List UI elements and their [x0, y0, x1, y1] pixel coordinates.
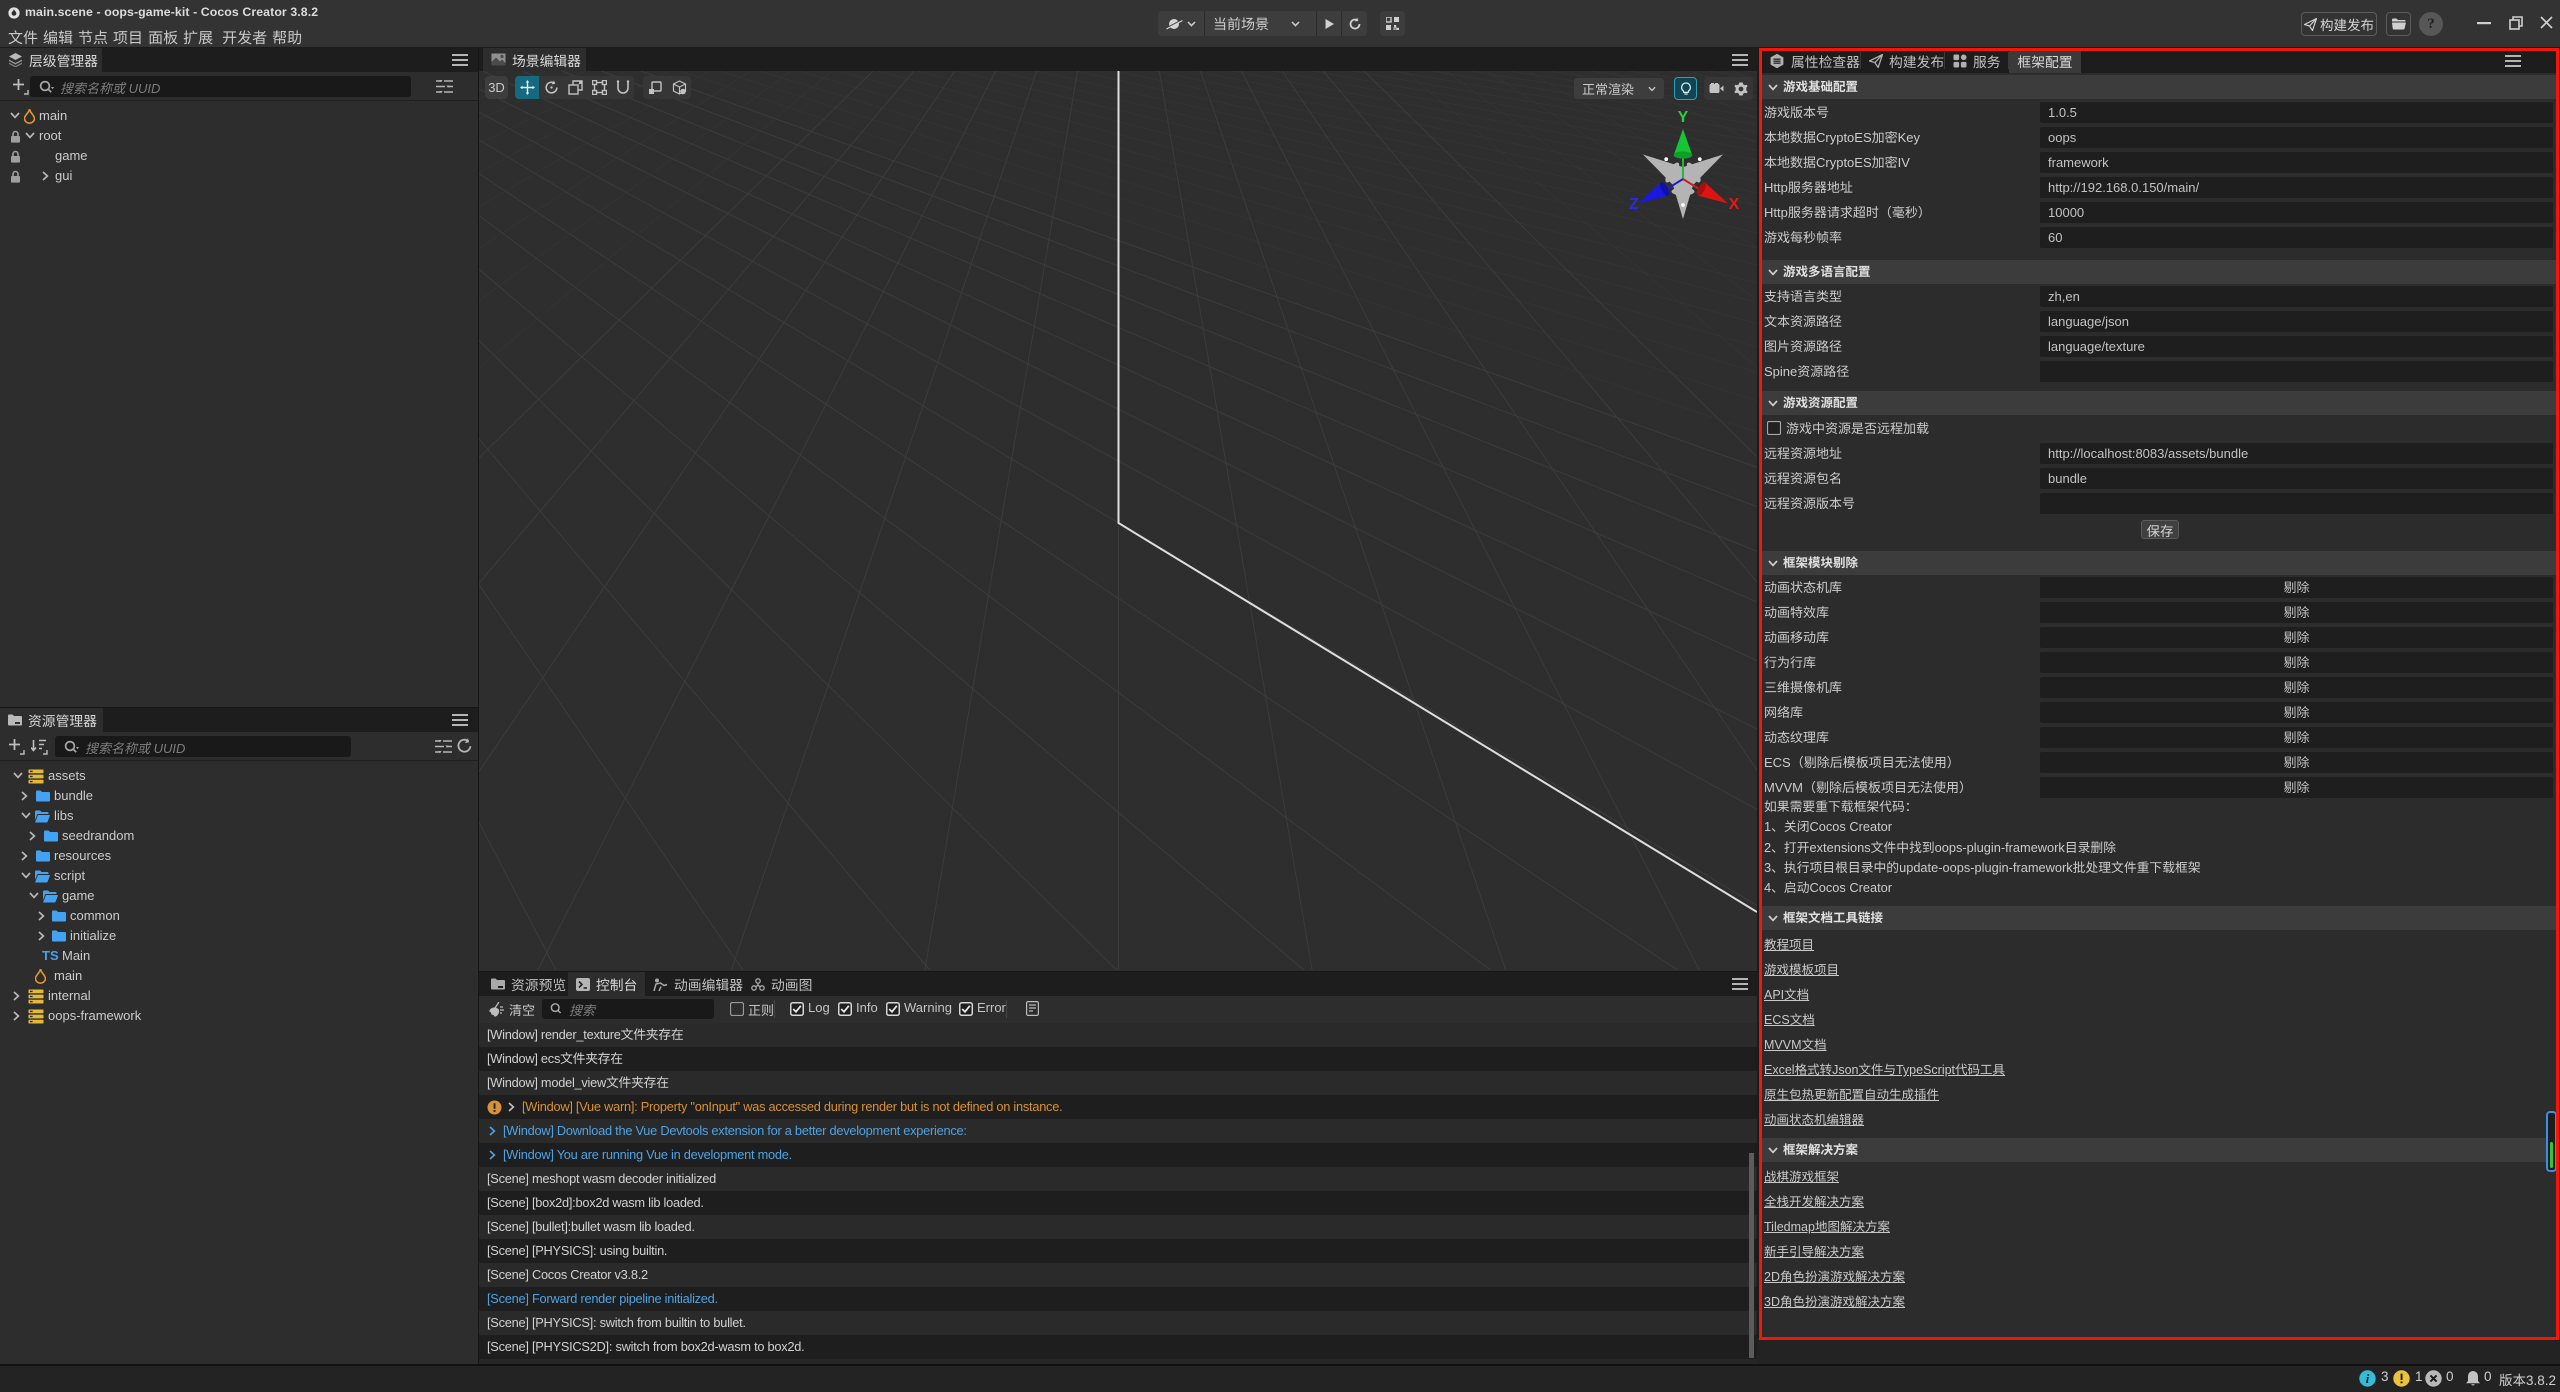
- svg-text:Z: Z: [1629, 196, 1639, 213]
- svg-text:Y: Y: [1678, 109, 1689, 126]
- svg-text:X: X: [1729, 196, 1740, 213]
- svg-text:i: i: [2366, 1372, 2370, 1386]
